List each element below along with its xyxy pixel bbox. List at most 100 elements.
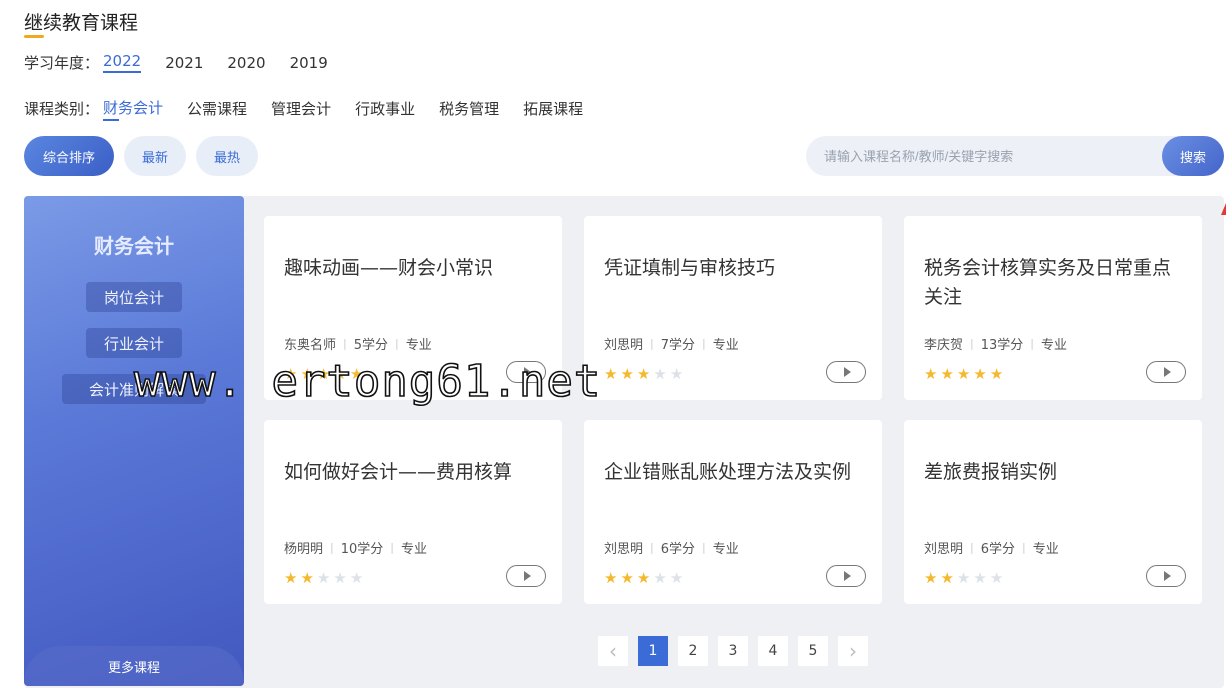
category-option-administrative[interactable]: 行政事业 [355, 98, 415, 119]
title-underline [24, 35, 44, 38]
star-empty-icon: ★ [653, 365, 667, 383]
year-option-2019[interactable]: 2019 [290, 54, 328, 72]
pagination: ‹ 1 2 3 4 5 › [598, 636, 868, 666]
star-filled-icon: ★ [636, 569, 651, 587]
sort-newest-button[interactable]: 最新 [124, 136, 186, 176]
rating-stars: ★ ★ ★ ★ ★ [604, 570, 683, 586]
page-3-button[interactable]: 3 [718, 636, 748, 666]
rating-stars: ★ ★ ★ ★ ★ [284, 570, 363, 586]
course-meta: 杨明明 | 10学分 | 专业 [284, 538, 427, 557]
rating-stars: ★ ★ ★ ★ ★ [924, 366, 1003, 382]
side-tag-standards-interpretation[interactable]: 会计准则解读 [62, 374, 206, 404]
sort-comprehensive-button[interactable]: 综合排序 [24, 136, 114, 176]
course-meta: 刘思明 | 7学分 | 专业 [604, 334, 739, 353]
star-filled-icon: ★ [973, 365, 987, 383]
year-filter-label: 学习年度： [24, 54, 100, 72]
course-meta: 刘思明 | 6学分 | 专业 [604, 538, 739, 557]
play-button[interactable] [826, 565, 866, 587]
play-button[interactable] [506, 361, 546, 383]
corner-marker [1221, 203, 1226, 215]
course-teacher: 刘思明 [924, 542, 964, 557]
course-type: 专业 [712, 542, 739, 557]
play-icon [523, 571, 531, 581]
page-title: 继续教育课程 [24, 12, 139, 34]
course-title: 凭证填制与审核技巧 [604, 257, 776, 279]
star-filled-icon: ★ [924, 365, 938, 383]
year-option-2020[interactable]: 2020 [227, 54, 265, 72]
page-4-button[interactable]: 4 [758, 636, 788, 666]
year-option-2022[interactable]: 2022 [103, 52, 142, 73]
course-card[interactable]: 趣味动画——财会小常识 东奥名师 | 5学分 | 专业 ★ ★ ★ ★ ★ [264, 216, 562, 400]
star-filled-icon: ★ [349, 365, 364, 383]
search-box: 搜索 [806, 136, 1224, 176]
play-icon [843, 367, 851, 377]
star-filled-icon: ★ [620, 365, 634, 383]
course-teacher: 李庆贺 [924, 338, 964, 353]
play-icon [1163, 367, 1171, 377]
course-type: 专业 [1041, 338, 1068, 353]
course-meta: 东奥名师 | 5学分 | 专业 [284, 334, 432, 353]
star-filled-icon: ★ [940, 569, 954, 587]
course-meta: 刘思明 | 6学分 | 专业 [924, 538, 1059, 557]
star-filled-icon: ★ [620, 569, 634, 587]
play-button[interactable] [506, 565, 546, 587]
course-card[interactable]: 如何做好会计——费用核算 杨明明 | 10学分 | 专业 ★ ★ ★ ★ ★ [264, 420, 562, 604]
course-teacher: 东奥名师 [284, 338, 337, 353]
play-icon [843, 571, 851, 581]
course-type: 专业 [712, 338, 739, 353]
star-filled-icon: ★ [604, 365, 618, 383]
category-option-public-courses[interactable]: 公需课程 [187, 98, 247, 119]
course-teacher: 杨明明 [284, 542, 324, 557]
play-button[interactable] [1146, 361, 1186, 383]
course-title: 趣味动画——财会小常识 [284, 257, 494, 279]
search-input[interactable] [824, 146, 1144, 166]
star-filled-icon: ★ [956, 365, 971, 383]
year-filter: 学习年度： 2022 2021 2020 2019 [24, 52, 352, 73]
page-2-button[interactable]: 2 [678, 636, 708, 666]
play-button[interactable] [1146, 565, 1186, 587]
course-type: 专业 [1032, 542, 1059, 557]
course-type: 专业 [405, 338, 432, 353]
category-option-management-accounting[interactable]: 管理会计 [271, 98, 331, 119]
star-empty-icon: ★ [653, 569, 667, 587]
course-card[interactable]: 差旅费报销实例 刘思明 | 6学分 | 专业 ★ ★ ★ ★ ★ [904, 420, 1202, 604]
star-empty-icon: ★ [349, 569, 364, 587]
page-1-button[interactable]: 1 [638, 636, 668, 666]
year-option-2021[interactable]: 2021 [165, 54, 203, 72]
course-title: 税务会计核算实务及日常重点关注 [924, 257, 1172, 308]
page-5-button[interactable]: 5 [798, 636, 828, 666]
search-button[interactable]: 搜索 [1162, 136, 1224, 176]
star-filled-icon: ★ [989, 365, 1004, 383]
course-credits: 7学分 [660, 338, 696, 353]
side-tag-position-accounting[interactable]: 岗位会计 [86, 282, 182, 312]
star-filled-icon: ★ [284, 365, 298, 383]
course-card[interactable]: 凭证填制与审核技巧 刘思明 | 7学分 | 专业 ★ ★ ★ ★ ★ [584, 216, 882, 400]
more-courses-button[interactable]: 更多课程 [24, 646, 244, 686]
course-title: 差旅费报销实例 [924, 461, 1058, 483]
star-filled-icon: ★ [300, 569, 314, 587]
course-meta: 李庆贺 | 13学分 | 专业 [924, 334, 1067, 353]
side-tag-industry-accounting[interactable]: 行业会计 [86, 328, 182, 358]
star-filled-icon: ★ [636, 365, 651, 383]
category-option-extension[interactable]: 拓展课程 [523, 98, 583, 119]
course-credits: 5学分 [353, 338, 389, 353]
star-filled-icon: ★ [333, 365, 347, 383]
course-card[interactable]: 企业错账乱账处理方法及实例 刘思明 | 6学分 | 专业 ★ ★ ★ ★ ★ [584, 420, 882, 604]
course-teacher: 刘思明 [604, 338, 644, 353]
chevron-left-icon[interactable]: ‹ [598, 636, 628, 666]
star-filled-icon: ★ [316, 365, 331, 383]
category-filter: 课程类别： 财务会计 公需课程 管理会计 行政事业 税务管理 拓展课程 [24, 97, 607, 121]
play-button[interactable] [826, 361, 866, 383]
course-card[interactable]: 税务会计核算实务及日常重点关注 李庆贺 | 13学分 | 专业 ★ ★ ★ ★ ★ [904, 216, 1202, 400]
star-filled-icon: ★ [284, 569, 298, 587]
chevron-right-icon[interactable]: › [838, 636, 868, 666]
category-option-tax-management[interactable]: 税务管理 [439, 98, 499, 119]
category-side-panel: 财务会计 岗位会计 行业会计 会计准则解读 更多课程 [24, 196, 244, 686]
sort-hottest-button[interactable]: 最热 [196, 136, 258, 176]
star-empty-icon: ★ [669, 569, 684, 587]
star-filled-icon: ★ [300, 365, 314, 383]
course-credits: 13学分 [980, 338, 1024, 353]
star-empty-icon: ★ [669, 365, 684, 383]
category-option-financial-accounting[interactable]: 财务会计 [103, 97, 163, 121]
rating-stars: ★ ★ ★ ★ ★ [284, 366, 363, 382]
